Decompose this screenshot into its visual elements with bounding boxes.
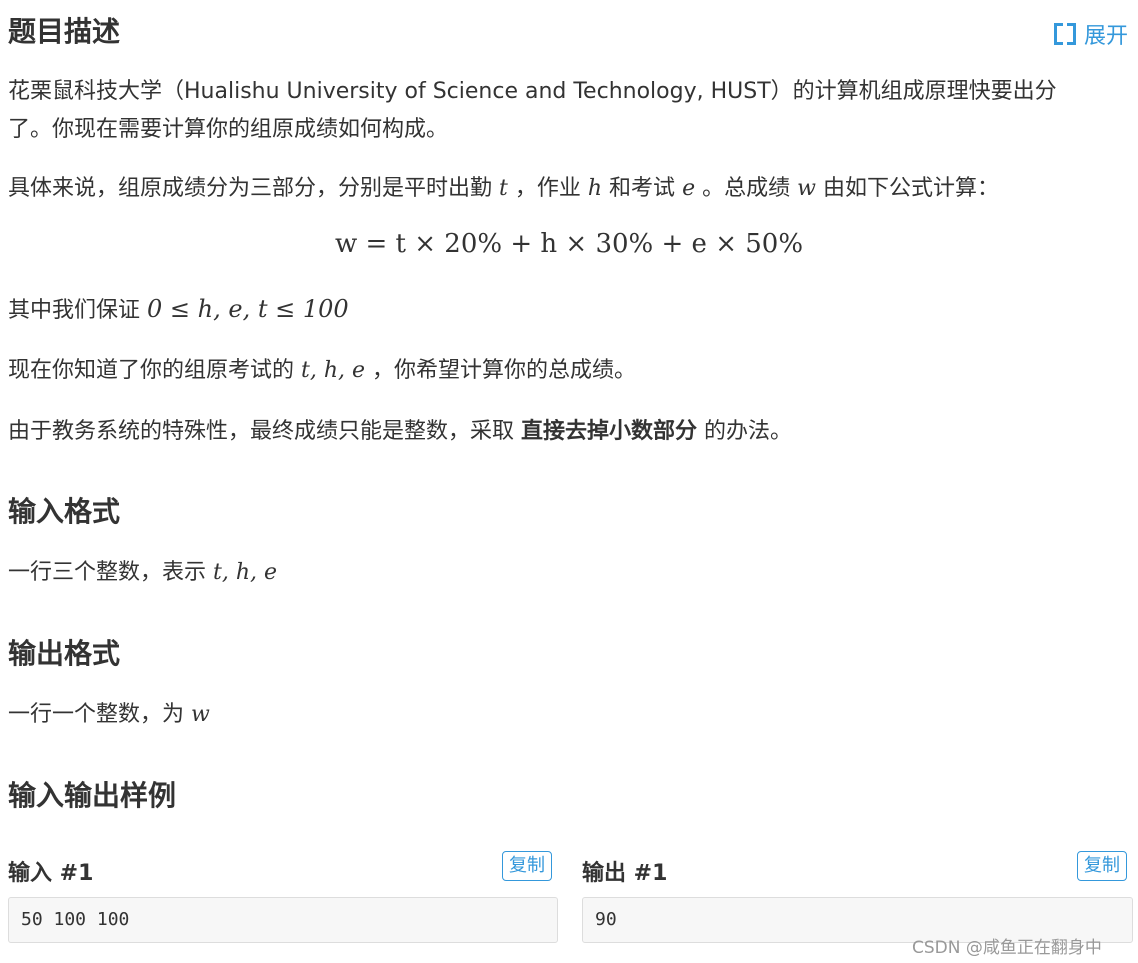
input-format-text: 一行三个整数，表示 t, h, e — [8, 555, 277, 591]
para4-prefix: 现在你知道了你的组原考试的 — [8, 358, 295, 383]
para4-suffix: ，你希望计算你的总成绩。 — [372, 358, 637, 383]
var-w: w — [797, 176, 816, 201]
input-format-title: 输入格式 — [8, 495, 121, 528]
expand-icon — [1054, 23, 1076, 45]
sample-output-title: 输出 #1 — [582, 861, 668, 886]
description-para2: 具体来说，组原成绩分为三部分，分别是平时出勤 t ，作业 h 和考试 e 。总成… — [8, 171, 999, 207]
page-title: 题目描述 — [8, 15, 121, 48]
csdn-watermark: CSDN @咸鱼正在翻身中 — [912, 938, 1102, 958]
input-format-math: t, h, e — [213, 560, 278, 585]
constraint-math: 0 ≤ h, e, t ≤ 100 — [147, 295, 349, 323]
expand-button[interactable]: 展开 — [1054, 18, 1128, 50]
sample-input-title: 输入 #1 — [8, 861, 94, 886]
para2-sep: ，作业 — [514, 176, 581, 201]
samples-title: 输入输出样例 — [8, 779, 177, 812]
description-line1: 花栗鼠科技大学（Hualishu University of Science a… — [8, 79, 1057, 104]
para5-suffix: 的办法。 — [704, 419, 793, 444]
input-format-label: 一行三个整数，表示 — [8, 560, 207, 585]
para5-prefix: 由于教务系统的特殊性，最终成绩只能是整数，采取 — [8, 419, 515, 444]
para2-total: 。总成绩 — [702, 176, 791, 201]
output-format-math: w — [191, 702, 210, 727]
para2-prefix: 具体来说，组原成绩分为三部分，分别是平时出勤 — [8, 176, 493, 201]
description-para5: 由于教务系统的特殊性，最终成绩只能是整数，采取 直接去掉小数部分 的办法。 — [8, 414, 792, 450]
para3-prefix: 其中我们保证 — [8, 298, 141, 323]
description-para3: 其中我们保证 0 ≤ h, e, t ≤ 100 — [8, 291, 349, 329]
var-e: e — [682, 176, 696, 201]
copy-input-button[interactable]: 复制 — [502, 851, 552, 881]
para2-suffix: 由如下公式计算： — [822, 176, 999, 201]
copy-output-button[interactable]: 复制 — [1077, 851, 1127, 881]
para2-and: 和考试 — [609, 176, 676, 201]
output-format-title: 输出格式 — [8, 637, 121, 670]
output-format-label: 一行一个整数，为 — [8, 702, 185, 727]
description-line2: 了。你现在需要计算你的组原成绩如何构成。 — [8, 117, 449, 142]
para4-math: t, h, e — [301, 358, 366, 383]
var-h: h — [587, 176, 603, 201]
description-para4: 现在你知道了你的组原考试的 t, h, e ，你希望计算你的总成绩。 — [8, 353, 636, 389]
para5-bold: 直接去掉小数部分 — [521, 419, 698, 444]
var-t: t — [499, 176, 508, 201]
output-format-text: 一行一个整数，为 w — [8, 697, 210, 733]
sample-input-box: 50 100 100 — [8, 897, 558, 943]
expand-label: 展开 — [1084, 24, 1129, 49]
score-formula: w = t × 20% + h × 30% + e × 50% — [334, 229, 804, 259]
